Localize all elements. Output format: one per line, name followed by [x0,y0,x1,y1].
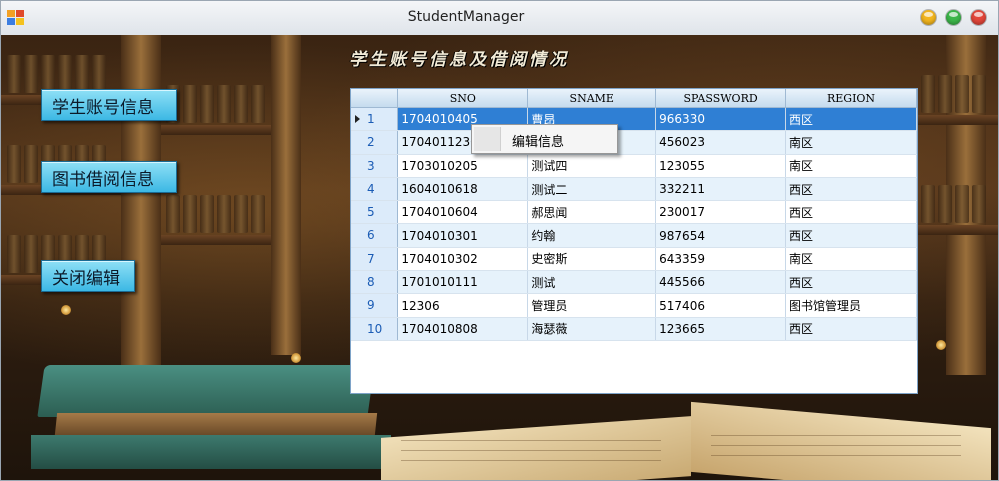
corner-header[interactable] [351,89,399,108]
cell-region[interactable]: 西区 [785,270,917,295]
cell-sno[interactable]: 1701010111 [397,270,529,295]
cell-sno[interactable]: 1604010618 [397,177,529,202]
cell-sname[interactable]: 史密斯 [527,247,657,272]
row-number: 2 [367,135,375,150]
row-header[interactable]: 10 [351,317,399,341]
close-edit-button[interactable]: 关闭编辑 [41,260,135,292]
table-row[interactable]: 4 1604010618 测试二 332211 西区 [351,177,917,202]
page-banner-title: 学生账号信息及借阅情况 [349,50,569,70]
column-header-region[interactable]: REGION [785,89,917,108]
row-header[interactable]: 8 [351,270,399,295]
cell-spassword[interactable]: 230017 [655,200,787,225]
close-button[interactable] [971,10,986,25]
cell-region[interactable]: 西区 [785,107,917,132]
cell-sno[interactable]: 1704010302 [397,247,529,272]
cell-region[interactable]: 图书馆管理员 [785,293,917,318]
cell-region[interactable]: 西区 [785,177,917,202]
row-header[interactable]: 4 [351,177,399,202]
cell-sname[interactable]: 郝思闻 [527,200,657,225]
book-borrowing-button[interactable]: 图书借阅信息 [41,161,177,193]
cell-sno[interactable]: 12306 [397,293,529,318]
cell-sname[interactable]: 测试二 [527,177,657,202]
student-accounts-button[interactable]: 学生账号信息 [41,89,177,121]
column-header-spassword[interactable]: SPASSWORD [655,89,787,108]
row-number: 8 [367,275,375,290]
context-menu-icon-gutter [474,127,501,151]
table-row[interactable]: 2 1704011230 456023 南区 [351,130,917,155]
cell-region[interactable]: 西区 [785,223,917,248]
table-row[interactable]: 7 1704010302 史密斯 643359 南区 [351,247,917,272]
cell-spassword[interactable]: 643359 [655,247,787,272]
maximize-button[interactable] [946,10,961,25]
cell-spassword[interactable]: 123055 [655,154,787,178]
cell-sno[interactable]: 1704010604 [397,200,529,225]
cell-region[interactable]: 南区 [785,130,917,155]
row-header[interactable]: 6 [351,223,399,248]
title-bar[interactable]: StudentManager [1,1,998,36]
row-number: 3 [367,158,375,173]
row-number: 6 [367,228,375,243]
cell-region[interactable]: 西区 [785,200,917,225]
row-number: 9 [367,298,375,313]
table-row[interactable]: 6 1704010301 约翰 987654 西区 [351,223,917,248]
student-table: SNO SNAME SPASSWORD REGION 1 1704010405 曹昂… [351,89,917,341]
cell-sname[interactable]: 约翰 [527,223,657,248]
row-header[interactable]: 5 [351,200,399,225]
row-number: 10 [367,321,383,336]
row-header[interactable]: 1 [351,107,399,132]
current-row-arrow-icon [355,115,360,123]
window-title: StudentManager [407,9,525,25]
main-panel: 学生账号信息及借阅情况 学生账号信息 图书借阅信息 关闭编辑 SNO SNAME… [1,35,998,480]
column-header-sname[interactable]: SNAME [527,89,657,108]
table-row[interactable]: 3 1703010205 测试四 123055 南区 [351,154,917,178]
row-header[interactable]: 2 [351,130,399,155]
cell-spassword[interactable]: 445566 [655,270,787,295]
cell-sno[interactable]: 1704010808 [397,317,529,341]
context-menu-edit-info[interactable]: 编辑信息 [512,131,564,150]
cell-sname[interactable]: 测试四 [527,154,657,178]
cell-sname[interactable]: 测试 [527,270,657,295]
column-header-sno[interactable]: SNO [397,89,529,108]
app-window: StudentManager 学生账号信息及借阅情况 学生账号信息 图书借阅信息… [0,0,999,481]
cell-spassword[interactable]: 456023 [655,130,787,155]
table-row[interactable]: 5 1704010604 郝思闻 230017 西区 [351,200,917,225]
row-number: 5 [367,205,375,220]
table-row[interactable]: 8 1701010111 测试 445566 西区 [351,270,917,295]
row-number: 4 [367,181,375,196]
row-header[interactable]: 7 [351,247,399,272]
table-row[interactable]: 1 1704010405 曹昂 966330 西区 [351,107,917,132]
row-header[interactable]: 3 [351,154,399,178]
cell-spassword[interactable]: 123665 [655,317,787,341]
table-row[interactable]: 9 12306 管理员 517406 图书馆管理员 [351,293,917,318]
context-menu: 编辑信息 [471,124,618,154]
minimize-button[interactable] [921,10,936,25]
cell-region[interactable]: 南区 [785,154,917,178]
student-data-grid[interactable]: SNO SNAME SPASSWORD REGION 1 1704010405 曹昂… [350,88,918,394]
cell-sno[interactable]: 1704010301 [397,223,529,248]
row-number: 1 [367,112,375,126]
cell-spassword[interactable]: 332211 [655,177,787,202]
cell-region[interactable]: 南区 [785,247,917,272]
cell-sname[interactable]: 海瑟薇 [527,317,657,341]
cell-spassword[interactable]: 987654 [655,223,787,248]
cell-sno[interactable]: 1703010205 [397,154,529,178]
cell-spassword[interactable]: 517406 [655,293,787,318]
cell-sname[interactable]: 管理员 [527,293,657,318]
cell-spassword[interactable]: 966330 [655,107,787,132]
table-row[interactable]: 10 1704010808 海瑟薇 123665 西区 [351,317,917,341]
row-number: 7 [367,251,375,266]
cell-region[interactable]: 西区 [785,317,917,341]
row-header[interactable]: 9 [351,293,399,318]
